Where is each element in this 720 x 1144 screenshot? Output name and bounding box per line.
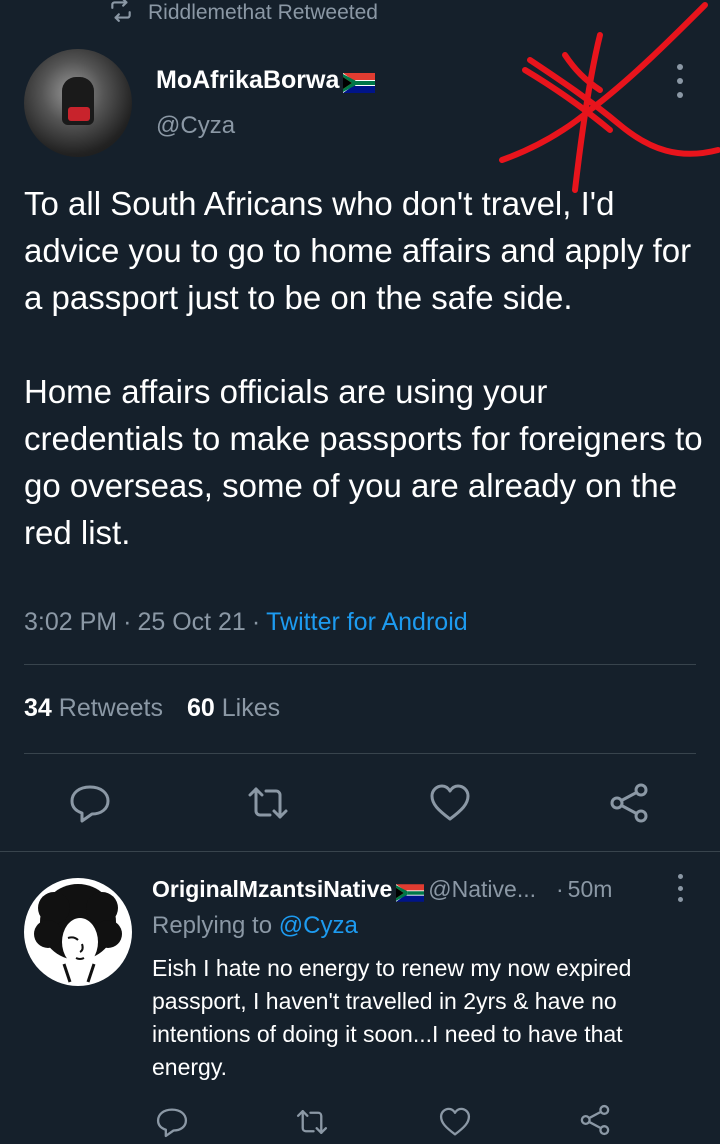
retweet-button[interactable] [246, 781, 290, 825]
share-icon [610, 783, 648, 823]
meta-separator: · [251, 608, 261, 636]
reply-share-button[interactable] [578, 1103, 612, 1137]
replying-to-label: Replying to [152, 912, 273, 939]
tweet-source-link[interactable]: Twitter for Android [266, 608, 467, 637]
retweeted-by-row[interactable]: Riddlemethat Retweeted [108, 0, 378, 26]
like-icon [439, 1107, 471, 1136]
reply-author-avatar[interactable] [24, 878, 132, 986]
reply-like-button[interactable] [438, 1105, 472, 1139]
tweet-date: 25 Oct 21 [137, 608, 246, 636]
like-button[interactable] [428, 781, 472, 825]
retweet-icon [296, 1110, 328, 1134]
reply-header: OriginalMzantsiNative @Native... · 50m [152, 876, 612, 903]
south-africa-flag-icon [343, 71, 376, 93]
retweet-icon [108, 0, 134, 29]
reply-icon [70, 785, 110, 823]
share-button[interactable] [607, 781, 651, 825]
author-avatar[interactable] [24, 49, 132, 157]
reply-author-name[interactable]: OriginalMzantsiNative [152, 876, 392, 903]
retweets-label: Retweets [58, 694, 163, 722]
author-handle[interactable]: @Cyza [156, 112, 235, 140]
reply-reply-button[interactable] [155, 1105, 189, 1139]
likes-count: 60 [186, 694, 215, 722]
replying-to-handle[interactable]: @Cyza [279, 912, 358, 939]
reply-time: 50m [567, 876, 613, 902]
south-africa-flag-icon [396, 881, 425, 902]
reply-retweet-button[interactable] [295, 1105, 329, 1139]
tweet-meta: 3:02 PM · 25 Oct 21 · Twitter for Androi… [24, 608, 468, 637]
reply-button[interactable] [68, 781, 112, 825]
meta-separator: · [123, 608, 132, 636]
likes-label: Likes [221, 694, 281, 722]
reply-author-handle[interactable]: @Native... [428, 876, 536, 903]
author-name: MoAfrikaBorwa [156, 66, 340, 94]
retweet-icon [248, 787, 288, 819]
tweet-stats: 34 Retweets 60 Likes [24, 694, 280, 723]
share-icon [580, 1104, 610, 1136]
divider [24, 753, 696, 754]
reply-icon [156, 1108, 188, 1138]
divider [0, 851, 720, 852]
reply-more-options-icon[interactable] [673, 874, 687, 902]
divider [24, 664, 696, 665]
retweets-stat[interactable]: 34 Retweets [24, 694, 163, 723]
tweet-time: 3:02 PM [24, 608, 118, 636]
more-options-icon[interactable] [672, 64, 688, 98]
retweeted-by-text: Riddlemethat Retweeted [148, 1, 378, 24]
replying-to-row: Replying to @Cyza [152, 912, 358, 940]
likes-stat[interactable]: 60 Likes [187, 694, 280, 723]
tweet-text: To all South Africans who don't travel, … [24, 185, 703, 551]
reply-text: Eish I hate no energy to renew my now ex… [152, 955, 632, 1080]
meta-separator: · [556, 876, 564, 902]
author-name-row[interactable]: MoAfrikaBorwa [156, 66, 376, 95]
like-icon [430, 784, 470, 821]
retweets-count: 34 [24, 694, 52, 722]
